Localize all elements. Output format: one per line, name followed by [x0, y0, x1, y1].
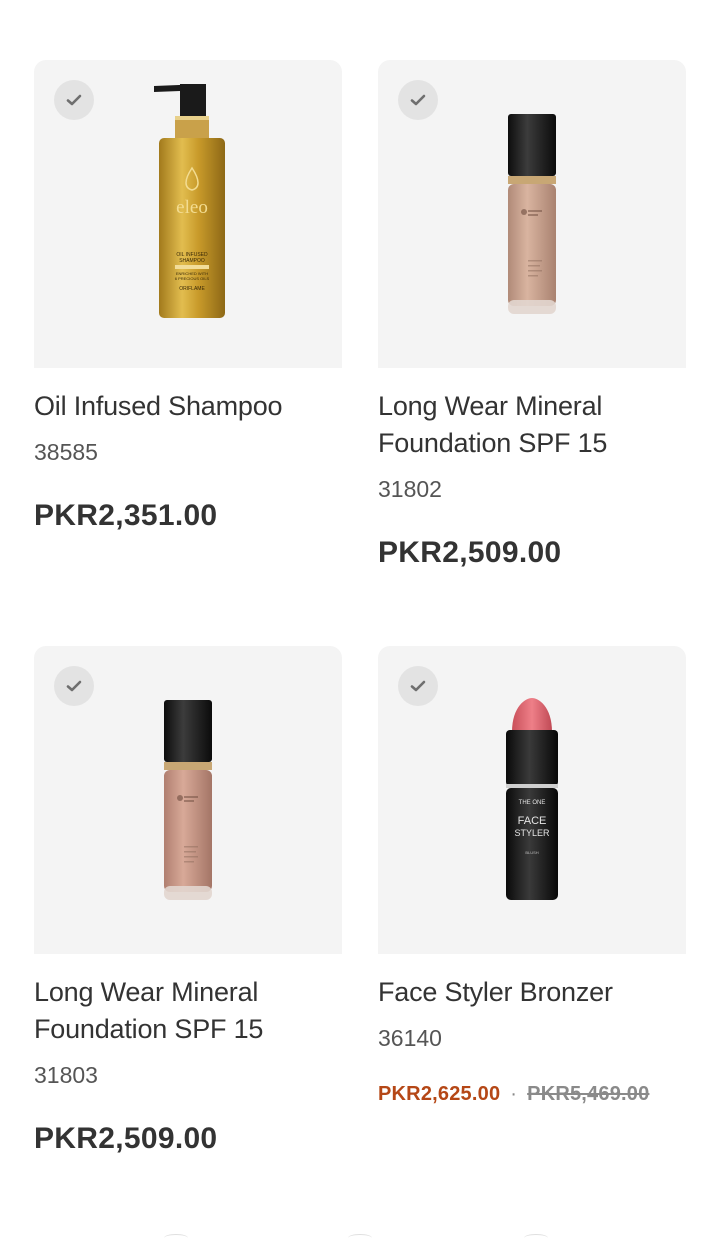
shampoo-label-text: 6 PRECIOUS OILS: [175, 276, 210, 281]
product-image[interactable]: [378, 60, 686, 368]
product-name[interactable]: Oil Infused Shampoo: [34, 388, 342, 425]
stick-label-text: BLUSH: [525, 850, 538, 855]
product-name[interactable]: Face Styler Bronzer: [378, 974, 686, 1011]
product-image[interactable]: eleo OIL INFUSED SHAMPOO ENRICHED WITH 6…: [34, 60, 342, 368]
shampoo-label-text: SHAMPOO: [179, 258, 205, 264]
next-row-hint: [0, 1230, 720, 1238]
product-card[interactable]: THE ONE FACE STYLER BLUSH Face Styler Br…: [378, 646, 686, 1106]
shampoo-brand-text: eleo: [176, 197, 208, 218]
product-name[interactable]: Long Wear Mineral Foundation SPF 15: [34, 974, 342, 1048]
product-image[interactable]: [34, 646, 342, 954]
select-check-icon[interactable]: [398, 80, 438, 120]
select-check-icon[interactable]: [398, 666, 438, 706]
product-card[interactable]: Long Wear Mineral Foundation SPF 15 3180…: [378, 60, 686, 570]
sale-price: PKR2,625.00: [378, 1083, 501, 1105]
product-price: PKR2,509.00: [378, 536, 562, 569]
product-card[interactable]: Long Wear Mineral Foundation SPF 15 3180…: [34, 646, 342, 1156]
product-code: 31802: [378, 476, 442, 502]
stick-label-text: STYLER: [514, 828, 550, 838]
price-separator: ·: [510, 1083, 518, 1105]
shampoo-maker-text: ORIFLAME: [179, 286, 205, 292]
product-code: 36140: [378, 1025, 442, 1051]
select-check-icon[interactable]: [54, 666, 94, 706]
stick-label-text: FACE: [518, 815, 547, 827]
product-code: 38585: [34, 439, 98, 465]
select-check-icon[interactable]: [54, 80, 94, 120]
stick-brand-text: THE ONE: [519, 800, 546, 806]
product-code: 31803: [34, 1062, 98, 1088]
product-image[interactable]: THE ONE FACE STYLER BLUSH: [378, 646, 686, 954]
product-price-row: PKR2,625.00 · PKR5,469.00: [378, 1082, 686, 1106]
product-price: PKR2,351.00: [34, 499, 218, 532]
original-price: PKR5,469.00: [527, 1083, 650, 1105]
product-name[interactable]: Long Wear Mineral Foundation SPF 15: [378, 388, 686, 462]
product-price: PKR2,509.00: [34, 1122, 218, 1155]
product-card[interactable]: eleo OIL INFUSED SHAMPOO ENRICHED WITH 6…: [34, 60, 342, 533]
